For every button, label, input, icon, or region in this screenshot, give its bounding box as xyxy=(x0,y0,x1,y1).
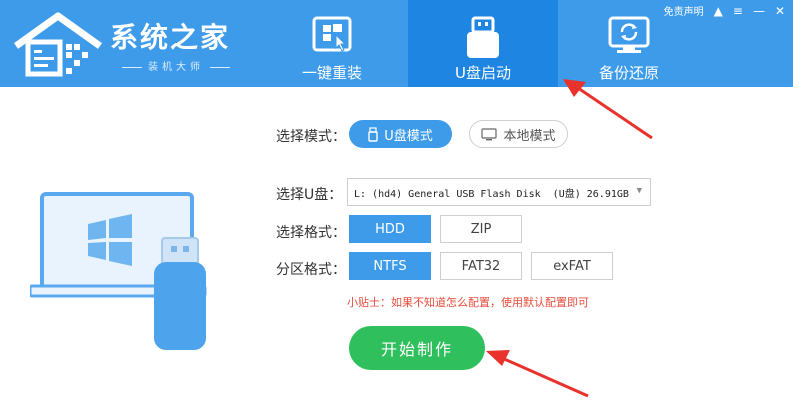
tip-text: 小贴士：如果不知道怎么配置，使用默认配置即可 xyxy=(347,296,589,309)
tab-usb-boot[interactable]: U盘启动 xyxy=(408,0,558,87)
tab-one-click-reinstall[interactable]: 一键重装 xyxy=(257,0,407,87)
tab-label: 备份还原 xyxy=(598,64,659,82)
format-zip-button[interactable]: ZIP xyxy=(440,215,522,243)
header-bar: 系统之家 装机大师 一键重装 U盘启动 备份还原 免责声明 ▲ ≡ — ✕ xyxy=(0,0,793,87)
dropdown-arrow-icon[interactable]: ▼ xyxy=(637,186,642,196)
usb-icon xyxy=(368,126,378,142)
minimize-icon[interactable]: — xyxy=(753,5,765,17)
format-label: 选择格式： xyxy=(276,225,346,241)
arrow-to-start-button xyxy=(486,350,589,398)
backup-restore-icon xyxy=(608,16,650,53)
usb-drive-value: L: (hd4) General USB Flash Disk (U盘) 26.… xyxy=(354,188,629,200)
windows-cursor-icon xyxy=(312,16,352,52)
logo-title: 系统之家 xyxy=(110,21,231,54)
partition-label: 分区格式： xyxy=(276,262,346,278)
window-controls: 免责声明 ▲ ≡ — ✕ xyxy=(664,3,785,19)
laptop-usb-illustration xyxy=(30,192,207,350)
local-mode-label: 本地模式 xyxy=(503,128,556,144)
house-logo-icon xyxy=(13,12,103,77)
hat-icon[interactable]: ▲ xyxy=(714,5,723,17)
arrow-to-usb-tab xyxy=(563,79,653,140)
app-logo: 系统之家 装机大师 xyxy=(10,8,240,82)
usb-drive-select[interactable]: L: (hd4) General USB Flash Disk (U盘) 26.… xyxy=(347,178,651,206)
start-button[interactable]: 开始制作 xyxy=(349,326,485,370)
partition-fat32-button[interactable]: FAT32 xyxy=(440,252,522,280)
partition-exfat-button[interactable]: exFAT xyxy=(531,252,613,280)
menu-icon[interactable]: ≡ xyxy=(733,5,743,17)
usb-mode-button[interactable]: U盘模式 xyxy=(349,120,452,148)
logo-subtitle: 装机大师 xyxy=(116,58,236,73)
partition-ntfs-button[interactable]: NTFS xyxy=(349,252,431,280)
mode-label: 选择模式： xyxy=(276,129,346,145)
local-mode-button[interactable]: 本地模式 xyxy=(469,120,568,148)
monitor-icon xyxy=(481,127,498,140)
usb-select-label: 选择U盘： xyxy=(276,187,343,203)
usb-mode-label: U盘模式 xyxy=(384,128,433,144)
tab-label: 一键重装 xyxy=(301,64,362,82)
close-icon[interactable]: ✕ xyxy=(775,5,785,17)
usb-drive-icon xyxy=(467,16,499,58)
tab-label: U盘启动 xyxy=(455,64,511,82)
format-hdd-button[interactable]: HDD xyxy=(349,215,431,243)
disclaimer-link[interactable]: 免责声明 xyxy=(664,3,704,18)
